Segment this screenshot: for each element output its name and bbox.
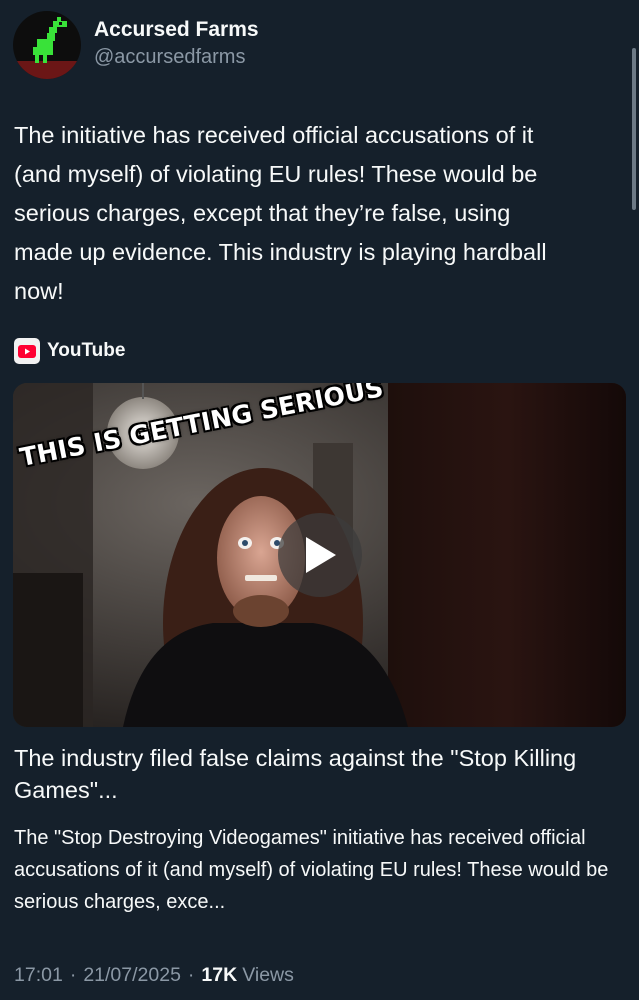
avatar[interactable] xyxy=(13,11,81,79)
scrollbar[interactable] xyxy=(632,48,636,210)
meta-separator: · xyxy=(187,964,195,986)
views-count[interactable]: 17K xyxy=(201,964,237,987)
link-card-title[interactable]: The industry filed false claims against … xyxy=(14,742,624,806)
link-source: YouTube xyxy=(14,338,125,364)
play-icon xyxy=(306,537,336,573)
author-handle[interactable]: @accursedfarms xyxy=(94,43,259,71)
youtube-icon xyxy=(14,338,40,364)
tweet-text: The initiative has received official acc… xyxy=(14,122,547,304)
video-thumbnail[interactable]: THIS IS GETTING SERIOUS xyxy=(13,383,626,727)
link-card-description: The "Stop Destroying Videogames" initiat… xyxy=(14,827,609,913)
tweet-time[interactable]: 17:01 xyxy=(14,964,63,987)
link-source-label: YouTube xyxy=(47,340,126,361)
tweet-header: Accursed Farms @accursedfarms xyxy=(13,11,259,79)
pixel-horse-avatar-icon xyxy=(33,17,67,63)
tweet-meta: 17:01 · 21/07/2025 · 17K Views xyxy=(14,964,294,987)
play-button[interactable] xyxy=(278,513,362,597)
views-label: Views xyxy=(242,964,294,986)
meta-separator: · xyxy=(69,964,77,986)
author-display-name[interactable]: Accursed Farms xyxy=(94,16,259,43)
tweet-date[interactable]: 21/07/2025 xyxy=(83,964,181,987)
author-names: Accursed Farms @accursedfarms xyxy=(94,16,259,71)
